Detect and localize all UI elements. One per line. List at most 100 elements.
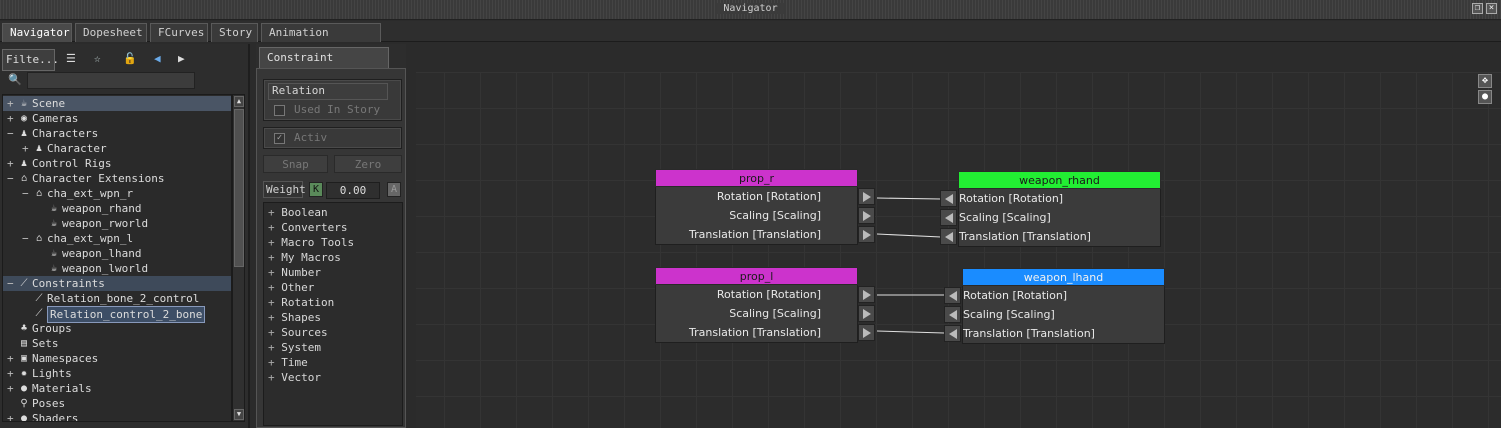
scroll-up-icon[interactable]: ▲ bbox=[234, 96, 244, 107]
active-checkbox[interactable]: ✓ bbox=[274, 133, 285, 144]
input-port-icon[interactable] bbox=[944, 306, 961, 323]
tree-item[interactable]: ⟋ Relation_bone_2_control bbox=[3, 291, 231, 306]
library-item[interactable]: + System bbox=[268, 340, 321, 355]
library-item[interactable]: + Converters bbox=[268, 220, 347, 235]
expand-icon[interactable]: + bbox=[268, 281, 281, 294]
input-port-icon[interactable] bbox=[944, 287, 961, 304]
tree-item[interactable]: + ♟ Character bbox=[3, 141, 231, 156]
expand-icon[interactable]: + bbox=[268, 236, 281, 249]
tree-item[interactable]: − ⟋ Constraints bbox=[3, 276, 231, 291]
expand-icon[interactable]: + bbox=[268, 221, 281, 234]
tree-item[interactable]: − ⌂ cha_ext_wpn_r bbox=[3, 186, 231, 201]
library-item[interactable]: + Other bbox=[268, 280, 314, 295]
tree-item[interactable]: + ✹ Lights bbox=[3, 366, 231, 381]
library-item[interactable]: + Sources bbox=[268, 325, 328, 340]
expand-icon[interactable]: + bbox=[7, 156, 14, 171]
scroll-thumb[interactable] bbox=[234, 109, 244, 267]
expand-icon[interactable]: + bbox=[268, 206, 281, 219]
collapse-icon[interactable]: − bbox=[22, 186, 29, 201]
library-item[interactable]: + Rotation bbox=[268, 295, 334, 310]
collapse-icon[interactable]: − bbox=[7, 276, 14, 291]
tab-fcurves[interactable]: FCurves bbox=[150, 23, 208, 42]
tree-item[interactable]: − ⌂ cha_ext_wpn_l bbox=[3, 231, 231, 246]
node-title[interactable]: prop_l bbox=[655, 267, 858, 285]
library-item[interactable]: + My Macros bbox=[268, 250, 341, 265]
tab-constraint-settings[interactable]: Constraint Settings bbox=[259, 47, 389, 84]
input-port-icon[interactable] bbox=[940, 228, 957, 245]
input-port-icon[interactable] bbox=[940, 209, 957, 226]
tree-item[interactable]: + ● Shaders bbox=[3, 411, 231, 421]
collapse-icon[interactable]: − bbox=[22, 231, 29, 246]
collapse-icon[interactable]: − bbox=[7, 126, 14, 141]
zero-button[interactable]: Zero bbox=[334, 155, 402, 173]
forward-arrow-icon[interactable]: ▶ bbox=[178, 49, 194, 71]
lock-icon[interactable]: 🔓 bbox=[123, 49, 139, 71]
expand-icon[interactable]: + bbox=[268, 371, 281, 384]
node-title[interactable]: weapon_rhand bbox=[958, 171, 1161, 189]
output-port-icon[interactable] bbox=[858, 324, 875, 341]
library-item[interactable]: + Time bbox=[268, 355, 308, 370]
expand-icon[interactable]: + bbox=[7, 351, 14, 366]
tree-item[interactable]: − ⌂ Character Extensions bbox=[3, 171, 231, 186]
close-icon[interactable]: × bbox=[1486, 3, 1497, 14]
snap-button[interactable]: Snap bbox=[263, 155, 328, 173]
weight-value-field[interactable]: 0.00 bbox=[326, 182, 380, 199]
node-title[interactable]: weapon_lhand bbox=[962, 268, 1165, 286]
node-title[interactable]: prop_r bbox=[655, 169, 858, 187]
expand-icon[interactable]: + bbox=[268, 251, 281, 264]
tree-item[interactable]: ♣ Groups bbox=[3, 321, 231, 336]
expand-icon[interactable]: + bbox=[268, 341, 281, 354]
output-port-icon[interactable] bbox=[858, 226, 875, 243]
library-item[interactable]: + Vector bbox=[268, 370, 321, 385]
expand-icon[interactable]: + bbox=[268, 296, 281, 309]
library-item[interactable]: + Boolean bbox=[268, 205, 328, 220]
expand-icon[interactable]: + bbox=[7, 111, 14, 126]
output-port-icon[interactable] bbox=[858, 188, 875, 205]
expand-icon[interactable]: + bbox=[268, 326, 281, 339]
tree-item[interactable]: ☕ weapon_lhand bbox=[3, 246, 231, 261]
expand-icon[interactable]: + bbox=[268, 311, 281, 324]
node-weapon-lhand[interactable]: weapon_lhand Rotation [Rotation] Scaling [… bbox=[944, 268, 1165, 344]
tree-item[interactable]: ☕ weapon_rworld bbox=[3, 216, 231, 231]
library-item[interactable]: + Number bbox=[268, 265, 321, 280]
tree-item[interactable]: + ▣ Namespaces bbox=[3, 351, 231, 366]
search-input[interactable] bbox=[27, 72, 195, 89]
node-prop-l[interactable]: prop_l Rotation [Rotation] Scaling [Scalin… bbox=[655, 267, 875, 343]
input-port-icon[interactable] bbox=[944, 325, 961, 342]
expand-icon[interactable]: + bbox=[7, 366, 14, 381]
scroll-down-icon[interactable]: ▼ bbox=[234, 409, 244, 420]
expand-icon[interactable]: + bbox=[22, 141, 29, 156]
tab-story[interactable]: Story bbox=[211, 23, 258, 42]
tree-item[interactable]: ☕ weapon_rhand bbox=[3, 201, 231, 216]
filter-button[interactable]: Filte... bbox=[2, 49, 59, 71]
output-port-icon[interactable] bbox=[858, 286, 875, 303]
tree-scrollbar[interactable]: ▲ ▼ bbox=[232, 94, 245, 422]
weight-key-button[interactable]: K bbox=[309, 182, 323, 197]
expand-icon[interactable]: + bbox=[7, 96, 14, 111]
used-in-story-checkbox[interactable] bbox=[274, 105, 285, 116]
back-arrow-icon[interactable]: ◀ bbox=[154, 49, 170, 71]
output-port-icon[interactable] bbox=[858, 207, 875, 224]
tree-item[interactable]: + ● Materials bbox=[3, 381, 231, 396]
tree-item[interactable]: ⟋ Relation_control_2_bone bbox=[3, 306, 231, 323]
input-port-icon[interactable] bbox=[940, 190, 957, 207]
expand-icon[interactable]: + bbox=[268, 356, 281, 369]
node-prop-r[interactable]: prop_r Rotation [Rotation] Scaling [Scalin… bbox=[655, 169, 875, 245]
tree-item[interactable]: ▤ Sets bbox=[3, 336, 231, 351]
node-weapon-rhand[interactable]: weapon_rhand Rotation [Rotation] Scaling [… bbox=[940, 171, 1161, 247]
tree-item[interactable]: + ♟ Control Rigs bbox=[3, 156, 231, 171]
tab-navigator[interactable]: Navigator bbox=[2, 23, 72, 42]
favorites-icon[interactable]: ☆ bbox=[94, 49, 110, 71]
tree-item[interactable]: ⚲ Poses bbox=[3, 396, 231, 411]
tree-item[interactable]: − ♟ Characters bbox=[3, 126, 231, 141]
tab-animation-trigger[interactable]: Animation Trigger bbox=[261, 23, 381, 57]
expand-icon[interactable]: + bbox=[268, 266, 281, 279]
tree-item[interactable]: ☕ weapon_lworld bbox=[3, 261, 231, 276]
restore-icon[interactable]: ❐ bbox=[1472, 3, 1483, 14]
expand-icon[interactable]: + bbox=[7, 411, 14, 421]
relation-graph-canvas[interactable]: ✥ ● prop_r Rotation [Rotation] Scaling [Sc… bbox=[416, 72, 1501, 428]
weight-anim-button[interactable]: A bbox=[387, 182, 401, 197]
output-port-icon[interactable] bbox=[858, 305, 875, 322]
collapse-icon[interactable]: − bbox=[7, 171, 14, 186]
expand-icon[interactable]: + bbox=[7, 381, 14, 396]
